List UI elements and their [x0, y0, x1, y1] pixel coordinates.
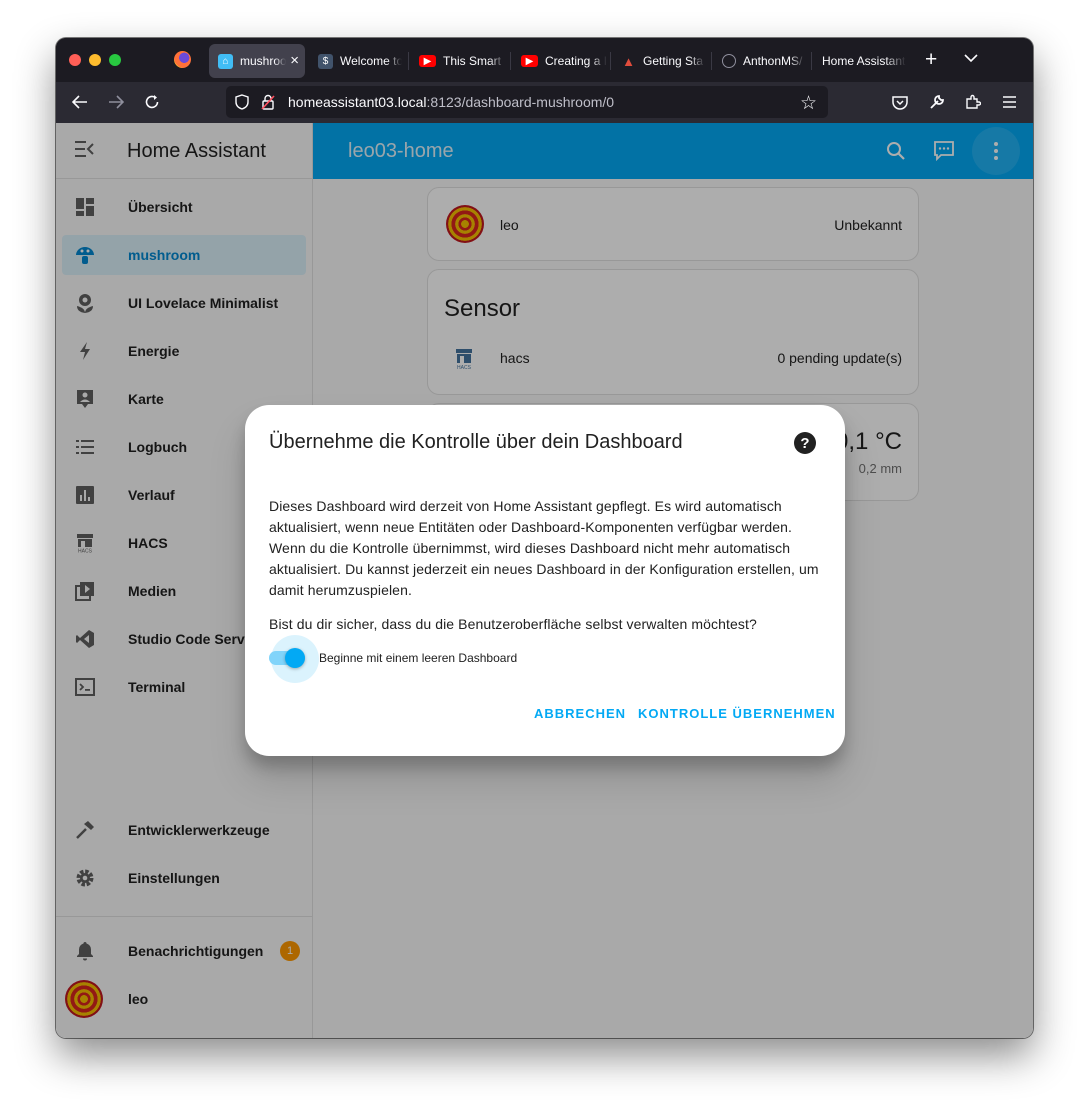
- pocket-icon[interactable]: [888, 90, 912, 114]
- extensions-icon[interactable]: [961, 90, 985, 114]
- insecure-lock-icon[interactable]: [261, 94, 275, 115]
- help-icon[interactable]: ?: [794, 432, 816, 454]
- minimize-window-button[interactable]: [89, 54, 101, 66]
- close-tab-icon[interactable]: ×: [290, 52, 299, 69]
- shield-icon[interactable]: [235, 94, 249, 115]
- browser-window: ⌂ mushroom × $ Welcome to ▶ This Smart ▶…: [56, 38, 1033, 1038]
- tab-separator: [711, 52, 712, 70]
- tab-separator: [811, 52, 812, 70]
- hamburger-menu-icon[interactable]: [997, 90, 1021, 114]
- youtube-icon: ▶: [521, 55, 538, 67]
- tab-separator: [408, 52, 409, 70]
- wrench-icon[interactable]: [925, 90, 949, 114]
- tab-separator: [510, 52, 511, 70]
- close-window-button[interactable]: [69, 54, 81, 66]
- tab-bar: ⌂ mushroom × $ Welcome to ▶ This Smart ▶…: [56, 38, 1033, 82]
- firefox-icon: [174, 51, 191, 68]
- bookmark-star-icon[interactable]: ☆: [800, 92, 817, 115]
- forward-icon[interactable]: [104, 90, 128, 114]
- dialog-question: Bist du dir sicher, dass du die Benutzer…: [269, 616, 757, 632]
- navigation-toolbar: homeassistant03.local:8123/dashboard-mus…: [56, 82, 1033, 123]
- home-assistant-icon: ⌂: [218, 53, 233, 69]
- tab-creating[interactable]: ▶ Creating a I: [512, 44, 608, 78]
- tab-welcome[interactable]: $ Welcome to: [309, 44, 405, 78]
- tab-getting-started[interactable]: ▲ Getting Sta: [612, 44, 708, 78]
- url-bar[interactable]: homeassistant03.local:8123/dashboard-mus…: [226, 86, 828, 118]
- switch-label: Beginne mit einem leeren Dashboard: [319, 651, 518, 665]
- hacs-icon: $: [318, 53, 333, 69]
- url-text[interactable]: homeassistant03.local:8123/dashboard-mus…: [288, 94, 614, 110]
- list-tabs-icon[interactable]: [964, 49, 978, 70]
- tab-mushroom[interactable]: ⌂ mushroom ×: [209, 44, 305, 78]
- youtube-icon: ▶: [419, 55, 436, 67]
- dialog-title: Übernehme die Kontrolle über dein Dashbo…: [269, 431, 683, 453]
- new-tab-icon[interactable]: +: [925, 48, 937, 72]
- tab-this-smart[interactable]: ▶ This Smart: [410, 44, 506, 78]
- cancel-button[interactable]: ABBRECHEN: [534, 706, 626, 721]
- zoom-window-button[interactable]: [109, 54, 121, 66]
- tab-separator: [610, 52, 611, 70]
- reload-icon[interactable]: [140, 90, 164, 114]
- home-assistant-app: leo03-home leo Unbekannt Sensor HACS hac…: [56, 123, 1033, 1038]
- github-icon: [722, 54, 736, 68]
- dialog-description: Dieses Dashboard wird derzeit von Home A…: [269, 498, 819, 598]
- back-icon[interactable]: [68, 90, 92, 114]
- switch-thumb[interactable]: [285, 648, 305, 668]
- tab-home-assistant[interactable]: Home Assistant: [813, 44, 909, 78]
- take-control-button[interactable]: KONTROLLE ÜBERNEHMEN: [638, 706, 836, 721]
- arch-icon: ▲: [622, 53, 635, 69]
- take-control-dialog: Übernehme die Kontrolle über dein Dashbo…: [245, 405, 845, 756]
- tab-anthonms[interactable]: AnthonMS/: [713, 44, 809, 78]
